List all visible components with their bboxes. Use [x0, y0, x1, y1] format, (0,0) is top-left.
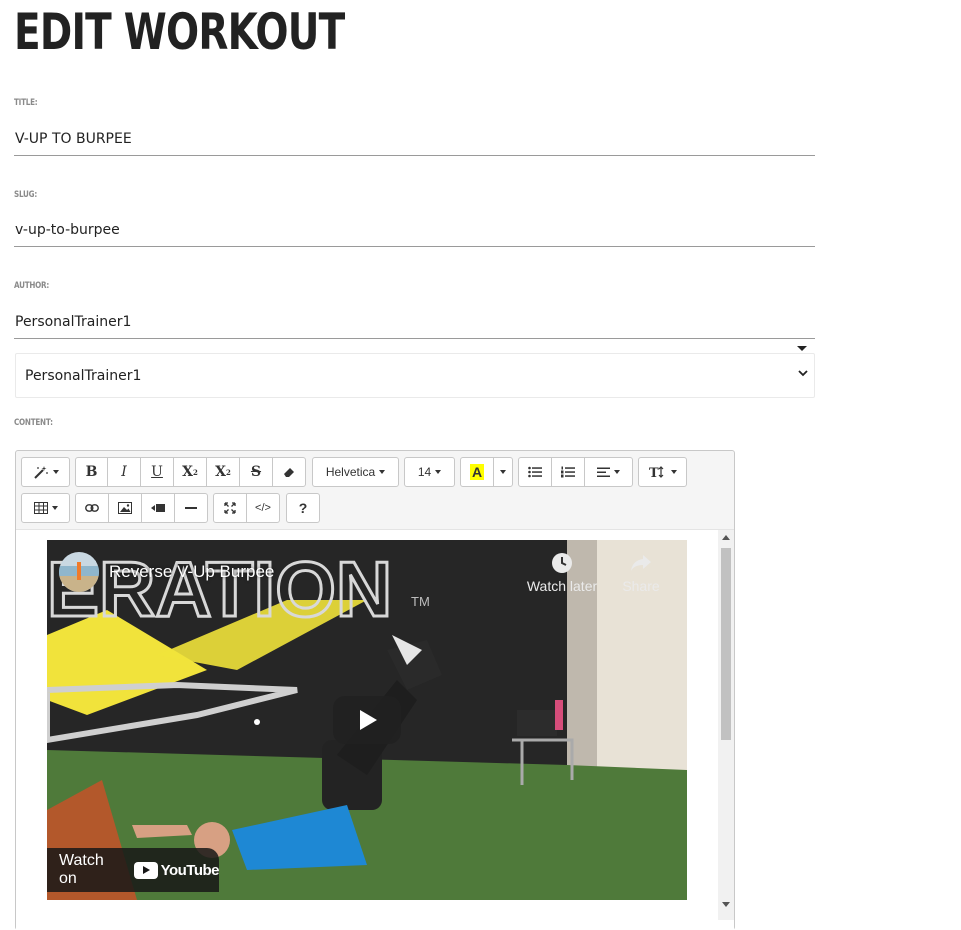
avatar-image [59, 562, 99, 592]
scroll-up-icon[interactable] [722, 535, 730, 540]
paragraph-align-dropdown[interactable] [584, 457, 633, 487]
share-button[interactable]: Share [619, 552, 663, 594]
clear-format-button[interactable] [272, 457, 306, 487]
author-select[interactable]: PersonalTrainer1 [15, 353, 815, 398]
fullscreen-button[interactable] [213, 493, 247, 523]
title-label: TITLE: [14, 98, 38, 108]
wall-text: ERATION [47, 545, 392, 633]
share-icon [631, 555, 651, 571]
bold-button[interactable]: B [75, 457, 108, 487]
unordered-list-button[interactable] [518, 457, 552, 487]
chevron-down-icon [798, 370, 808, 377]
align-left-icon [597, 467, 610, 477]
author-select-value: PersonalTrainer1 [25, 367, 142, 384]
highlight-letter-icon: A [469, 464, 485, 480]
scroll-down-icon[interactable] [722, 902, 730, 907]
minus-icon [185, 507, 197, 509]
font-family-dropdown[interactable]: Helvetica [312, 457, 399, 487]
youtube-embed[interactable]: ERATION TM Reverse V-Up Burpee Watch lat… [47, 540, 687, 900]
page-title: EDIT WORKOUT [14, 3, 345, 61]
text-color-dropdown[interactable] [493, 457, 513, 487]
author-input[interactable] [14, 305, 815, 339]
play-button[interactable] [333, 696, 401, 744]
code-icon: </> [255, 502, 271, 514]
ordered-list-button[interactable] [551, 457, 585, 487]
wall-tm: TM [411, 594, 430, 609]
bullet-list-icon [528, 466, 542, 478]
editor-content-area[interactable]: ERATION TM Reverse V-Up Burpee Watch lat… [16, 529, 734, 930]
font-size-dropdown[interactable]: 14 [404, 457, 455, 487]
watch-on-youtube-button[interactable]: Watch on YouTube [47, 848, 220, 892]
editor-scrollbar[interactable] [718, 530, 734, 920]
expand-icon [224, 502, 236, 514]
font-size-value: 14 [417, 465, 432, 479]
eraser-icon [284, 468, 294, 477]
superscript-button[interactable]: X2 [173, 457, 207, 487]
svg-text:T: T [649, 466, 659, 479]
slug-label: SLUG: [14, 190, 37, 200]
font-family-value: Helvetica [325, 465, 376, 479]
magic-wand-icon [33, 466, 48, 479]
content-label: CONTENT: [14, 418, 53, 428]
watch-later-label: Watch later [526, 578, 598, 594]
link-icon [85, 504, 99, 512]
video-title[interactable]: Reverse V-Up Burpee [109, 562, 274, 582]
text-color-button[interactable]: A [460, 457, 494, 487]
table-icon [33, 502, 48, 514]
subscript-button[interactable]: X2 [206, 457, 240, 487]
insert-link-button[interactable] [75, 493, 109, 523]
strikethrough-button[interactable]: S [239, 457, 273, 487]
help-button[interactable]: ? [286, 493, 320, 523]
author-dropdown-arrow-icon[interactable] [797, 346, 807, 351]
horizontal-rule-button[interactable] [174, 493, 208, 523]
channel-avatar[interactable] [59, 552, 99, 592]
youtube-logo: YouTube [133, 861, 220, 879]
youtube-play-icon [133, 861, 158, 879]
video-icon [151, 504, 165, 512]
clock-icon [552, 553, 572, 573]
youtube-wordmark: YouTube [160, 861, 220, 879]
watch-on-label: Watch on [59, 852, 104, 887]
title-input[interactable] [14, 122, 815, 156]
underline-button[interactable]: U [140, 457, 174, 487]
line-height-dropdown[interactable]: T [638, 457, 687, 487]
insert-video-button[interactable] [141, 493, 175, 523]
numbered-list-icon [561, 466, 575, 478]
author-label: AUTHOR: [14, 281, 49, 291]
insert-image-button[interactable] [108, 493, 142, 523]
watch-later-button[interactable]: Watch later [525, 552, 599, 594]
italic-button[interactable]: I [107, 457, 141, 487]
table-dropdown[interactable] [21, 493, 70, 523]
image-icon [118, 502, 132, 514]
editor-toolbar: B I U X2 X2 S Helvetica 14 A T </> ? [16, 451, 734, 529]
rich-text-editor: B I U X2 X2 S Helvetica 14 A T </> ? ERA… [15, 450, 735, 930]
slug-input[interactable] [14, 213, 815, 247]
code-view-button[interactable]: </> [246, 493, 280, 523]
scroll-thumb[interactable] [721, 548, 731, 740]
magic-style-button[interactable] [21, 457, 70, 487]
text-height-icon: T [649, 466, 663, 479]
share-label: Share [622, 578, 660, 594]
